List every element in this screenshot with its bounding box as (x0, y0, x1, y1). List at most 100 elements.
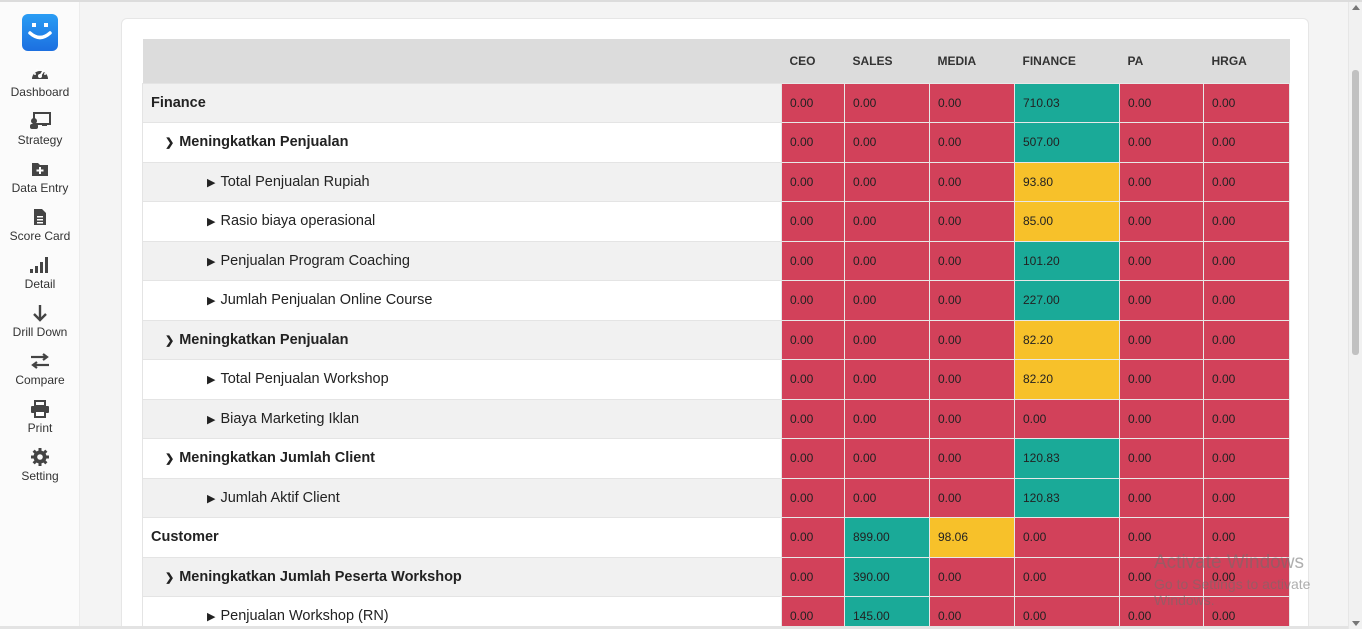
score-cell[interactable]: 0.00 (929, 398, 1015, 439)
table-row[interactable]: Customer 0.00 899.00 98.06 0.00 0.00 0.00 (142, 517, 1290, 558)
score-cell[interactable]: 507.00 (1014, 122, 1120, 163)
row-label-cell[interactable]: ❯ Meningkatkan Penjualan (142, 319, 782, 360)
score-cell[interactable]: 82.20 (1014, 319, 1120, 360)
score-cell[interactable]: 0.00 (929, 319, 1015, 360)
score-cell[interactable]: 0.00 (1203, 319, 1290, 360)
score-cell[interactable]: 0.00 (781, 280, 845, 321)
column-header[interactable]: FINANCE (1014, 39, 1120, 83)
sidebar-item-strategy[interactable]: Strategy (0, 110, 80, 158)
vertical-scrollbar[interactable] (1348, 2, 1362, 629)
score-cell[interactable]: 0.00 (1119, 122, 1204, 163)
caret-right-icon[interactable]: ▶ (207, 413, 215, 426)
score-cell[interactable]: 0.00 (844, 201, 930, 242)
score-cell[interactable]: 0.00 (844, 280, 930, 321)
row-label-cell[interactable]: ▶ Total Penjualan Workshop (142, 359, 782, 400)
sidebar-item-score-card[interactable]: Score Card (0, 206, 80, 254)
score-cell[interactable]: 0.00 (1119, 240, 1204, 281)
score-cell[interactable]: 145.00 (844, 596, 930, 629)
table-row[interactable]: ▶ Penjualan Workshop (RN) 0.00 145.00 0.00 0.… (142, 596, 1290, 629)
score-cell[interactable]: 0.00 (1119, 319, 1204, 360)
score-cell[interactable]: 0.00 (1203, 161, 1290, 202)
score-cell[interactable]: 710.03 (1014, 82, 1120, 123)
score-cell[interactable]: 0.00 (1203, 240, 1290, 281)
table-row[interactable]: ▶ Total Penjualan Rupiah 0.00 0.00 0.00 93.80… (142, 161, 1290, 202)
row-label-cell[interactable]: ▶ Total Penjualan Rupiah (142, 161, 782, 202)
score-cell[interactable]: 82.20 (1014, 359, 1120, 400)
score-cell[interactable]: 93.80 (1014, 161, 1120, 202)
row-label-cell[interactable]: ❯ Meningkatkan Jumlah Peserta Workshop (142, 556, 782, 597)
table-row[interactable]: ▶ Penjualan Program Coaching 0.00 0.00 0.00 1… (142, 240, 1290, 281)
score-cell[interactable]: 0.00 (1119, 280, 1204, 321)
table-row[interactable]: ❯ Meningkatkan Penjualan 0.00 0.00 0.00 82.20… (142, 319, 1290, 360)
score-cell[interactable]: 0.00 (1119, 438, 1204, 479)
table-row[interactable]: ▶ Biaya Marketing Iklan 0.00 0.00 0.00 0.00 0.… (142, 398, 1290, 439)
row-label-cell[interactable]: ▶ Rasio biaya operasional (142, 201, 782, 242)
sidebar-item-setting[interactable]: Setting (0, 446, 80, 494)
score-cell[interactable]: 0.00 (781, 398, 845, 439)
chevron-right-icon[interactable]: ❯ (165, 334, 174, 347)
table-row[interactable]: ▶ Rasio biaya operasional 0.00 0.00 0.00 85.0… (142, 201, 1290, 242)
score-cell[interactable]: 0.00 (781, 161, 845, 202)
score-cell[interactable]: 0.00 (1014, 556, 1120, 597)
score-cell[interactable]: 0.00 (1014, 517, 1120, 558)
sidebar-item-compare[interactable]: Compare (0, 350, 80, 398)
table-row[interactable]: ❯ Meningkatkan Jumlah Client 0.00 0.00 0.00 1… (142, 438, 1290, 479)
caret-right-icon[interactable]: ▶ (207, 492, 215, 505)
row-label-cell[interactable]: ▶ Jumlah Aktif Client (142, 477, 782, 518)
score-cell[interactable]: 0.00 (929, 240, 1015, 281)
score-cell[interactable]: 0.00 (1203, 82, 1290, 123)
column-header[interactable]: SALES (844, 39, 930, 83)
score-cell[interactable]: 0.00 (1119, 398, 1204, 439)
score-cell[interactable]: 120.83 (1014, 438, 1120, 479)
row-label-cell[interactable]: Finance (142, 82, 782, 123)
score-cell[interactable]: 0.00 (844, 122, 930, 163)
score-cell[interactable]: 0.00 (781, 596, 845, 629)
score-cell[interactable]: 0.00 (781, 319, 845, 360)
score-cell[interactable]: 0.00 (1203, 398, 1290, 439)
score-cell[interactable]: 0.00 (929, 596, 1015, 629)
score-cell[interactable]: 0.00 (929, 201, 1015, 242)
score-cell[interactable]: 0.00 (929, 161, 1015, 202)
table-row[interactable]: ❯ Meningkatkan Jumlah Peserta Workshop 0.0… (142, 556, 1290, 597)
sidebar-item-print[interactable]: Print (0, 398, 80, 446)
caret-right-icon[interactable]: ▶ (207, 215, 215, 228)
score-cell[interactable]: 0.00 (1203, 438, 1290, 479)
score-cell[interactable]: 0.00 (844, 240, 930, 281)
score-cell[interactable]: 0.00 (844, 438, 930, 479)
score-cell[interactable]: 0.00 (929, 438, 1015, 479)
score-cell[interactable]: 0.00 (1203, 201, 1290, 242)
row-label-cell[interactable]: Customer (142, 517, 782, 558)
score-cell[interactable]: 85.00 (1014, 201, 1120, 242)
column-header[interactable]: CEO (781, 39, 845, 83)
row-label-cell[interactable]: ▶ Jumlah Penjualan Online Course (142, 280, 782, 321)
scrollbar-thumb[interactable] (1352, 70, 1359, 355)
app-logo[interactable] (22, 14, 58, 51)
table-row[interactable]: ▶ Total Penjualan Workshop 0.00 0.00 0.00 82.… (142, 359, 1290, 400)
score-cell[interactable]: 0.00 (844, 359, 930, 400)
score-cell[interactable]: 0.00 (781, 517, 845, 558)
row-label-cell[interactable]: ▶ Penjualan Workshop (RN) (142, 596, 782, 629)
score-cell[interactable]: 0.00 (1119, 359, 1204, 400)
score-cell[interactable]: 0.00 (1119, 161, 1204, 202)
score-cell[interactable]: 0.00 (1203, 122, 1290, 163)
row-label-cell[interactable]: ▶ Penjualan Program Coaching (142, 240, 782, 281)
sidebar-item-dashboard[interactable]: Dashboard (0, 62, 80, 110)
score-cell[interactable]: 98.06 (929, 517, 1015, 558)
score-cell[interactable]: 101.20 (1014, 240, 1120, 281)
score-cell[interactable]: 0.00 (929, 556, 1015, 597)
chevron-right-icon[interactable]: ❯ (165, 571, 174, 584)
score-cell[interactable]: 0.00 (781, 359, 845, 400)
score-cell[interactable]: 0.00 (781, 240, 845, 281)
table-row[interactable]: ❯ Meningkatkan Penjualan 0.00 0.00 0.00 507.0… (142, 122, 1290, 163)
score-cell[interactable]: 0.00 (929, 122, 1015, 163)
sidebar-item-detail[interactable]: Detail (0, 254, 80, 302)
score-cell[interactable]: 0.00 (844, 82, 930, 123)
caret-right-icon[interactable]: ▶ (207, 294, 215, 307)
table-row[interactable]: Finance 0.00 0.00 0.00 710.03 0.00 0.00 (142, 82, 1290, 123)
score-cell[interactable]: 227.00 (1014, 280, 1120, 321)
scroll-down-arrow-icon[interactable] (1352, 621, 1360, 626)
score-cell[interactable]: 0.00 (929, 359, 1015, 400)
column-header[interactable]: HRGA (1203, 39, 1290, 83)
score-cell[interactable]: 0.00 (781, 82, 845, 123)
column-header[interactable]: MEDIA (929, 39, 1015, 83)
